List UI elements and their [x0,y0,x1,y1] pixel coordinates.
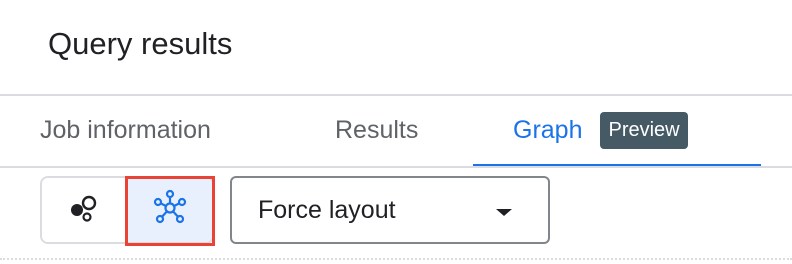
tab-job-information[interactable]: Job information [40,96,211,164]
network-graph-icon [150,188,190,233]
tab-label: Job information [40,115,211,144]
view-toggle-group [40,176,214,244]
content-divider [0,258,792,260]
tab-graph[interactable]: Graph Preview [473,96,761,164]
bubbles-view-button[interactable] [42,178,128,242]
chevron-down-icon [496,209,512,216]
tabs-divider [0,166,792,168]
layout-select[interactable]: Force layout [230,176,550,244]
bubbles-icon [67,193,101,228]
tab-label: Results [335,115,419,144]
tab-label: Graph [513,115,583,144]
layout-select-value: Force layout [258,195,396,224]
graph-view-button[interactable] [127,178,212,242]
tab-results[interactable]: Results [335,96,418,164]
page-title: Query results [48,26,233,61]
preview-badge: Preview [600,111,688,149]
tab-bar: Job information Results Graph Preview [0,96,792,166]
